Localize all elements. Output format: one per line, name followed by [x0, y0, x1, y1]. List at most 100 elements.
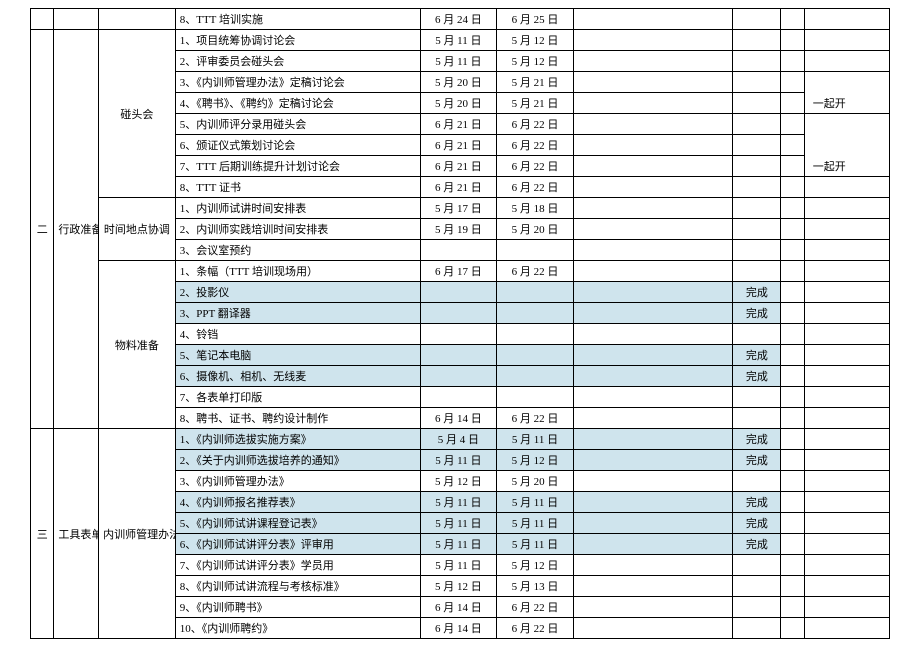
table-row: 二 行政准备 碰头会 1、项目统筹协调讨论会 5 月 11 日 5 月 12 日	[31, 30, 890, 51]
sub-label	[99, 9, 176, 30]
gap2-cell	[781, 450, 804, 471]
date-start: 6 月 21 日	[420, 156, 497, 177]
note-cell	[804, 177, 889, 198]
gap-cell	[573, 471, 733, 492]
gap2-cell	[781, 366, 804, 387]
table-row: 时间地点协调 1、内训师试讲时间安排表 5 月 17 日 5 月 18 日	[31, 198, 890, 219]
date-start	[420, 282, 497, 303]
sub-label: 碰头会	[99, 30, 176, 198]
gap2-cell	[781, 534, 804, 555]
date-start: 6 月 21 日	[420, 114, 497, 135]
gap2-cell	[781, 177, 804, 198]
status-cell	[733, 618, 781, 639]
date-end	[497, 324, 574, 345]
date-end: 6 月 22 日	[497, 261, 574, 282]
status-cell	[733, 156, 781, 177]
note-cell	[804, 555, 889, 576]
date-start: 5 月 4 日	[420, 429, 497, 450]
date-start	[420, 345, 497, 366]
task-cell: 6、颁证仪式策划讨论会	[175, 135, 420, 156]
note-cell	[804, 324, 889, 345]
status-cell	[733, 198, 781, 219]
date-end: 5 月 18 日	[497, 198, 574, 219]
date-start: 5 月 11 日	[420, 555, 497, 576]
date-end: 5 月 20 日	[497, 219, 574, 240]
note-cell	[804, 114, 889, 135]
date-end	[497, 303, 574, 324]
task-cell: 8、聘书、证书、聘约设计制作	[175, 408, 420, 429]
note-cell	[804, 261, 889, 282]
gap-cell	[573, 324, 733, 345]
date-end: 6 月 22 日	[497, 114, 574, 135]
status-cell	[733, 72, 781, 93]
note-cell	[804, 534, 889, 555]
status-cell	[733, 177, 781, 198]
gap2-cell	[781, 555, 804, 576]
sec-cat	[54, 9, 99, 30]
status-cell	[733, 9, 781, 30]
date-end: 6 月 22 日	[497, 408, 574, 429]
gap2-cell	[781, 219, 804, 240]
table-row: 物料准备 1、条幅（TTT 培训现场用） 6 月 17 日 6 月 22 日	[31, 261, 890, 282]
gap-cell	[573, 198, 733, 219]
date-start: 5 月 17 日	[420, 198, 497, 219]
task-cell: 8、《内训师试讲流程与考核标准》	[175, 576, 420, 597]
status-cell	[733, 324, 781, 345]
date-end	[497, 282, 574, 303]
task-cell: 3、《内训师管理办法》定稿讨论会	[175, 72, 420, 93]
status-cell	[733, 240, 781, 261]
date-end: 6 月 22 日	[497, 597, 574, 618]
status-cell	[733, 597, 781, 618]
gap2-cell	[781, 72, 804, 93]
gap-cell	[573, 366, 733, 387]
gap2-cell	[781, 324, 804, 345]
gap-cell	[573, 93, 733, 114]
date-end: 5 月 11 日	[497, 513, 574, 534]
status-cell: 完成	[733, 450, 781, 471]
gap-cell	[573, 513, 733, 534]
status-cell	[733, 135, 781, 156]
date-end: 5 月 21 日	[497, 72, 574, 93]
sub-label: 内训师管理办法	[99, 429, 176, 639]
status-cell	[733, 408, 781, 429]
sec-idx: 二	[31, 30, 54, 429]
note-cell: 一起开	[804, 93, 889, 114]
task-cell: 4、《内训师报名推荐表》	[175, 492, 420, 513]
gap-cell	[573, 219, 733, 240]
note-cell	[804, 366, 889, 387]
date-end: 5 月 13 日	[497, 576, 574, 597]
date-end: 6 月 22 日	[497, 177, 574, 198]
date-start: 6 月 14 日	[420, 618, 497, 639]
date-start: 5 月 20 日	[420, 72, 497, 93]
task-cell: 7、《内训师试讲评分表》学员用	[175, 555, 420, 576]
sec-idx	[31, 9, 54, 30]
gap-cell	[573, 345, 733, 366]
status-cell: 完成	[733, 429, 781, 450]
gap-cell	[573, 492, 733, 513]
gap2-cell	[781, 303, 804, 324]
date-end: 6 月 22 日	[497, 618, 574, 639]
gap2-cell	[781, 492, 804, 513]
note-cell	[804, 576, 889, 597]
gap-cell	[573, 114, 733, 135]
date-end: 5 月 12 日	[497, 51, 574, 72]
task-cell: 3、PPT 翻译器	[175, 303, 420, 324]
date-start: 6 月 14 日	[420, 597, 497, 618]
date-end: 5 月 12 日	[497, 450, 574, 471]
date-start: 5 月 11 日	[420, 450, 497, 471]
note-cell	[804, 471, 889, 492]
date-start	[420, 240, 497, 261]
status-cell	[733, 51, 781, 72]
date-end	[497, 345, 574, 366]
date-end	[497, 366, 574, 387]
sub-label: 时间地点协调	[99, 198, 176, 261]
date-end: 5 月 11 日	[497, 492, 574, 513]
status-cell	[733, 114, 781, 135]
task-cell: 1、《内训师选拔实施方案》	[175, 429, 420, 450]
note-cell	[804, 429, 889, 450]
date-start: 5 月 11 日	[420, 513, 497, 534]
status-cell	[733, 93, 781, 114]
gap-cell	[573, 387, 733, 408]
date-start	[420, 366, 497, 387]
status-cell	[733, 387, 781, 408]
